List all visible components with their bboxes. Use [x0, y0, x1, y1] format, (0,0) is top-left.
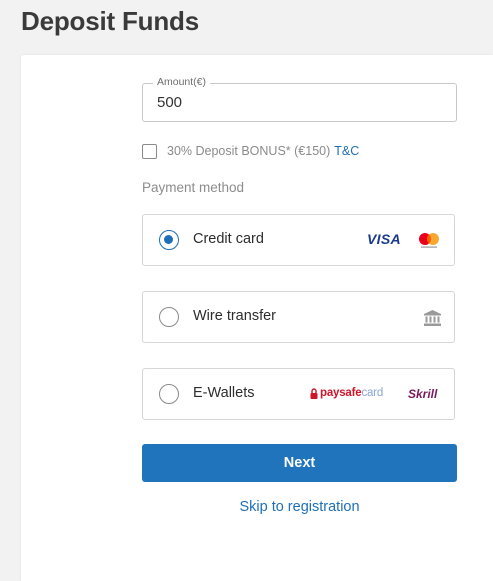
amount-field[interactable]: Amount(€) [142, 76, 457, 122]
bonus-text: 30% Deposit BONUS* (€150) [167, 144, 331, 158]
page-title: Deposit Funds [21, 6, 199, 36]
padlock-icon [310, 387, 318, 399]
payment-option-e-wallets[interactable]: E-Wallets paysafe card Skrill [142, 368, 455, 420]
amount-label: Amount(€) [153, 76, 211, 88]
radio-credit-card[interactable] [159, 230, 179, 250]
option-label-e-wallets: E-Wallets [193, 385, 255, 401]
bonus-checkbox[interactable] [142, 143, 157, 159]
option-label-wire-transfer: Wire transfer [193, 308, 276, 324]
paysafecard-logo: paysafe card [310, 387, 383, 399]
bonus-row: 30% Deposit BONUS* (€150) T&C [142, 142, 359, 160]
payment-option-credit-card[interactable]: Credit card VISA [142, 214, 455, 266]
visa-logo: VISA [367, 231, 401, 247]
skrill-logo: Skrill [408, 387, 438, 401]
option-label-credit-card: Credit card [193, 231, 264, 247]
payment-method-heading: Payment method [142, 180, 245, 195]
skip-to-registration-link[interactable]: Skip to registration [142, 499, 457, 515]
radio-e-wallets[interactable] [159, 384, 179, 404]
amount-input[interactable] [157, 94, 437, 111]
bank-icon [424, 310, 441, 326]
paysafe-text: paysafe [320, 387, 362, 399]
paysafe-card-text: card [361, 387, 384, 399]
terms-link[interactable]: T&C [334, 144, 359, 158]
next-button[interactable]: Next [142, 444, 457, 482]
mastercard-logo [419, 233, 439, 248]
payment-option-wire-transfer[interactable]: Wire transfer [142, 291, 455, 343]
radio-wire-transfer[interactable] [159, 307, 179, 327]
